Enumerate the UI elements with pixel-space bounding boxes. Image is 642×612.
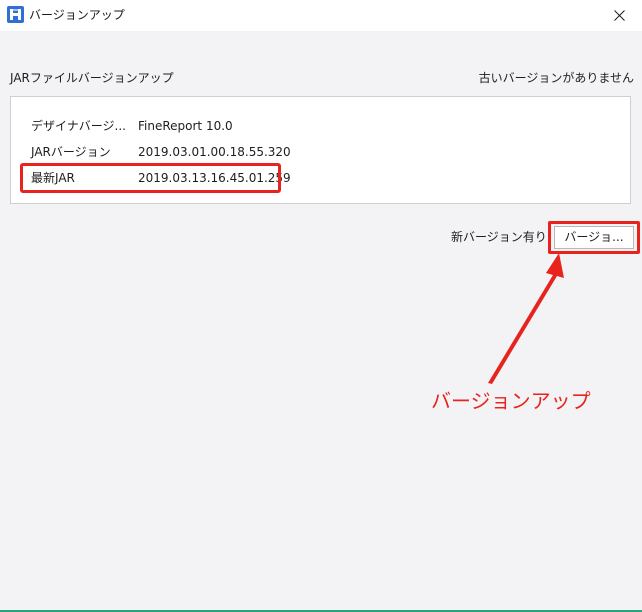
- callout-arrow-icon: [488, 253, 564, 384]
- update-version-button[interactable]: バージョ...: [554, 226, 634, 249]
- update-status-text: 古いバージョンがありません: [478, 71, 634, 85]
- latest-jar-highlight: [20, 163, 281, 193]
- jar-version-row: JARバージョン 2019.03.01.00.18.55.320: [11, 144, 630, 160]
- title-bar: バージョンアップ: [0, 0, 642, 31]
- app-logo-icon: [7, 6, 24, 23]
- jar-version-label: JARバージョン: [31, 145, 111, 159]
- designer-version-label: デザイナバージ...: [31, 119, 126, 133]
- close-icon: [613, 10, 625, 21]
- window-title: バージョンアップ: [29, 8, 125, 22]
- close-button[interactable]: [596, 0, 642, 31]
- section-label: JARファイルバージョンアップ: [10, 71, 174, 85]
- callout-label: バージョンアップ: [431, 389, 591, 413]
- designer-version-row: デザイナバージ... FineReport 10.0: [11, 118, 630, 134]
- jar-version-value: 2019.03.01.00.18.55.320: [138, 145, 291, 159]
- new-version-label: 新バージョン有り: [451, 230, 547, 244]
- designer-version-value: FineReport 10.0: [138, 119, 233, 133]
